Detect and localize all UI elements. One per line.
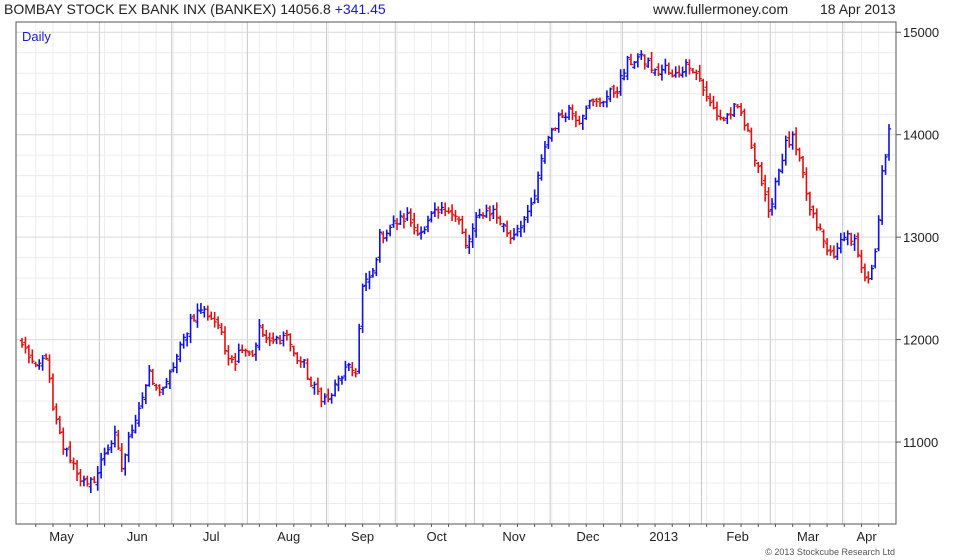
y-tick-label: 15000	[903, 25, 939, 40]
x-tick-label: Apr	[857, 529, 878, 544]
y-tick-label: 14000	[903, 128, 939, 143]
x-tick-label: 2013	[649, 529, 678, 544]
y-tick-label: 11000	[903, 435, 938, 450]
y-tick-label: 13000	[903, 230, 939, 245]
copyright-text: © 2013 Stockcube Research Ltd	[765, 547, 895, 557]
x-tick-label: Jun	[127, 529, 148, 544]
candlestick-chart: 11000 12000 13000 14000 15000 May Jun Jul Aug Sep…	[15, 21, 939, 557]
x-tick-label: Mar	[797, 529, 820, 544]
x-tick-label: Sep	[351, 529, 374, 544]
x-tick-label: Aug	[277, 529, 300, 544]
x-tick-label: Jul	[203, 529, 220, 544]
plot-frame	[15, 21, 897, 525]
x-tick-label: Dec	[576, 529, 600, 544]
y-tick-label: 12000	[903, 333, 939, 348]
x-tick-label: Oct	[426, 529, 447, 544]
x-tick-label: Feb	[726, 529, 748, 544]
x-tick-label: May	[49, 529, 74, 544]
period-label: Daily	[22, 29, 51, 44]
x-tick-label: Nov	[502, 529, 526, 544]
